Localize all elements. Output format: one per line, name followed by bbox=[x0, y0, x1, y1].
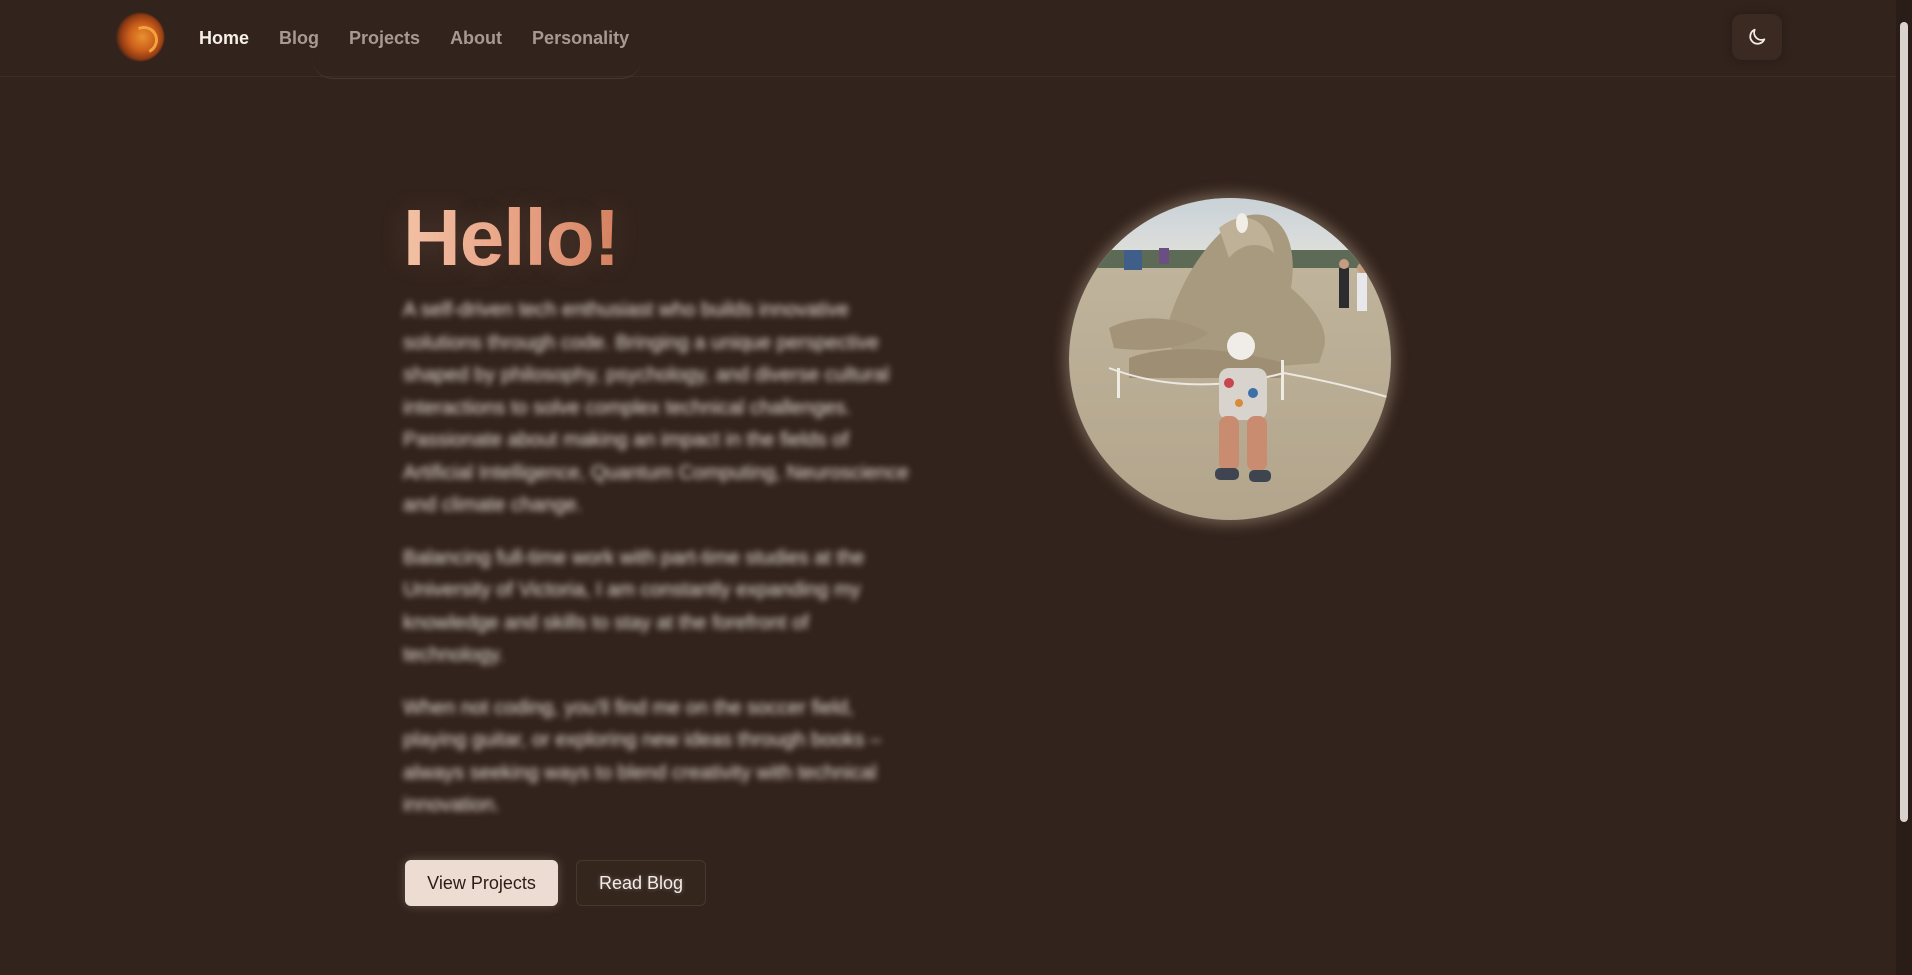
read-blog-button[interactable]: Read Blog bbox=[576, 860, 706, 906]
nav-projects[interactable]: Projects bbox=[349, 26, 420, 50]
hero-title: Hello! bbox=[403, 190, 620, 286]
nav-underline-decoration bbox=[312, 58, 642, 79]
moon-icon bbox=[1749, 28, 1766, 45]
nav-about[interactable]: About bbox=[450, 26, 502, 50]
bio-paragraph-1: A self-driven tech enthusiast who builds… bbox=[403, 299, 909, 516]
page-scrollbar[interactable] bbox=[1896, 0, 1912, 975]
nav-personality[interactable]: Personality bbox=[532, 26, 629, 50]
bio-text: A self-driven tech enthusiast who builds… bbox=[403, 294, 913, 842]
page: Home Blog Projects About Personality Hel… bbox=[0, 0, 1912, 975]
nav-home[interactable]: Home bbox=[199, 26, 249, 50]
scrollbar-thumb[interactable] bbox=[1900, 22, 1908, 822]
hero-actions: View Projects Read Blog bbox=[405, 860, 706, 906]
site-header: Home Blog Projects About Personality bbox=[0, 0, 1896, 79]
theme-toggle-button[interactable] bbox=[1732, 14, 1782, 60]
profile-photo bbox=[1069, 198, 1391, 520]
nav-blog[interactable]: Blog bbox=[279, 26, 319, 50]
bio-paragraph-2: Balancing full-time work with part-time … bbox=[403, 546, 865, 667]
view-projects-button[interactable]: View Projects bbox=[405, 860, 558, 906]
profile-photo-illustration bbox=[1069, 198, 1391, 520]
main-nav: Home Blog Projects About Personality bbox=[199, 26, 659, 50]
bio-paragraph-3: When not coding, you'll find me on the s… bbox=[403, 696, 882, 817]
